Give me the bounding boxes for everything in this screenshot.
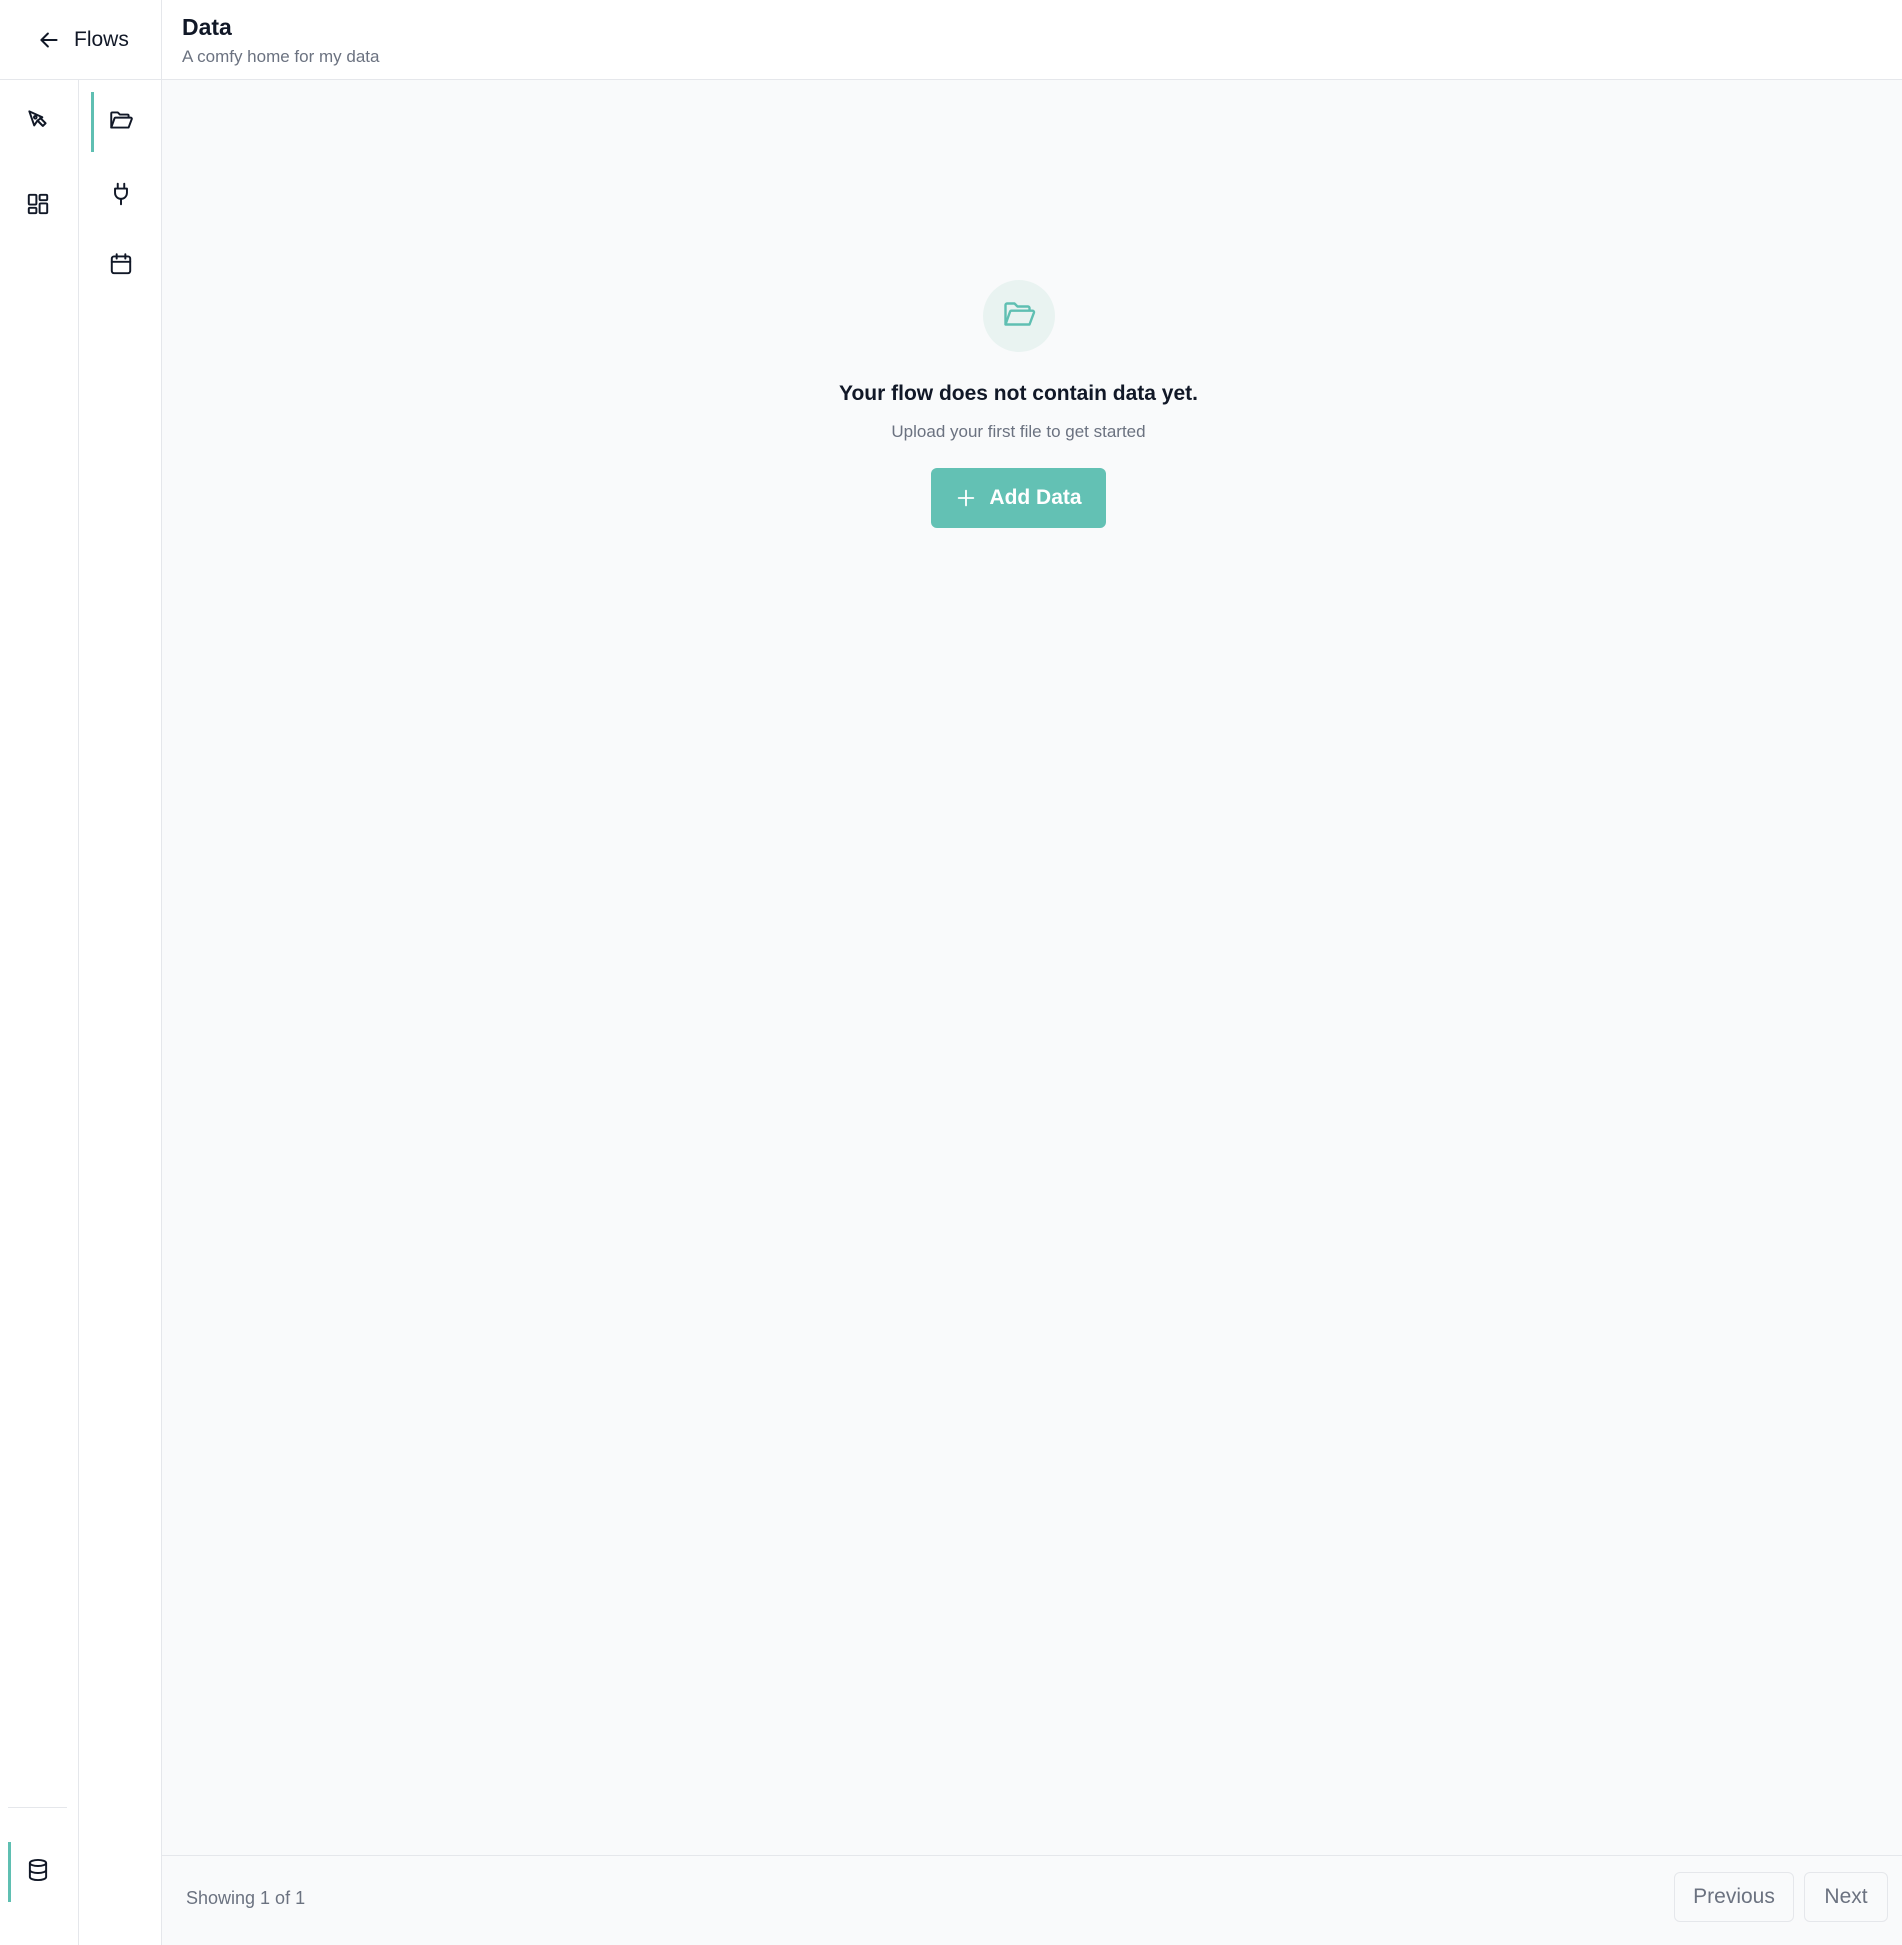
secondary-nav-rail bbox=[79, 80, 162, 1945]
arrow-left-icon bbox=[36, 27, 62, 53]
folder-open-icon bbox=[108, 107, 134, 138]
app-root: Flows Data A comfy home for my data Your… bbox=[0, 0, 1902, 1945]
back-to-flows-link[interactable]: Flows bbox=[0, 0, 162, 79]
page-heading: Data A comfy home for my data bbox=[182, 14, 379, 67]
primary-nav-rail bbox=[0, 80, 79, 1945]
database-icon bbox=[25, 1857, 51, 1888]
nav-dashboard[interactable] bbox=[8, 176, 68, 236]
rail-divider bbox=[8, 1807, 67, 1808]
empty-state: Your flow does not contain data yet. Upl… bbox=[162, 280, 1875, 528]
pagination-footer: Showing 1 of 1 Previous Next bbox=[162, 1855, 1902, 1945]
subnav-schedules[interactable] bbox=[91, 236, 151, 296]
main-content: Your flow does not contain data yet. Upl… bbox=[162, 80, 1902, 1945]
nav-data[interactable] bbox=[8, 1842, 68, 1902]
calendar-icon bbox=[108, 251, 134, 282]
add-data-button-label: Add Data bbox=[989, 486, 1082, 509]
subnav-connections[interactable] bbox=[91, 166, 151, 226]
pagination-status: Showing 1 of 1 bbox=[186, 1888, 306, 1908]
previous-page-button[interactable]: Previous bbox=[1674, 1872, 1794, 1922]
empty-state-title: Your flow does not contain data yet. bbox=[839, 382, 1198, 405]
folder-open-icon bbox=[1001, 296, 1037, 337]
empty-state-subtitle: Upload your first file to get started bbox=[891, 422, 1146, 441]
next-page-button[interactable]: Next bbox=[1804, 1872, 1888, 1922]
page-title: Data bbox=[182, 14, 232, 40]
add-data-button[interactable]: Add Data bbox=[931, 468, 1106, 528]
pen-tool-icon bbox=[25, 107, 51, 138]
dashboard-grid-icon bbox=[25, 191, 51, 222]
page-subtitle: A comfy home for my data bbox=[182, 47, 380, 66]
plus-icon bbox=[955, 487, 977, 509]
empty-state-icon-circle bbox=[982, 280, 1055, 352]
plug-icon bbox=[108, 181, 134, 212]
nav-editor[interactable] bbox=[8, 92, 68, 152]
back-link-label: Flows bbox=[74, 27, 129, 51]
top-header: Flows Data A comfy home for my data bbox=[0, 0, 1902, 80]
subnav-files[interactable] bbox=[91, 92, 151, 152]
